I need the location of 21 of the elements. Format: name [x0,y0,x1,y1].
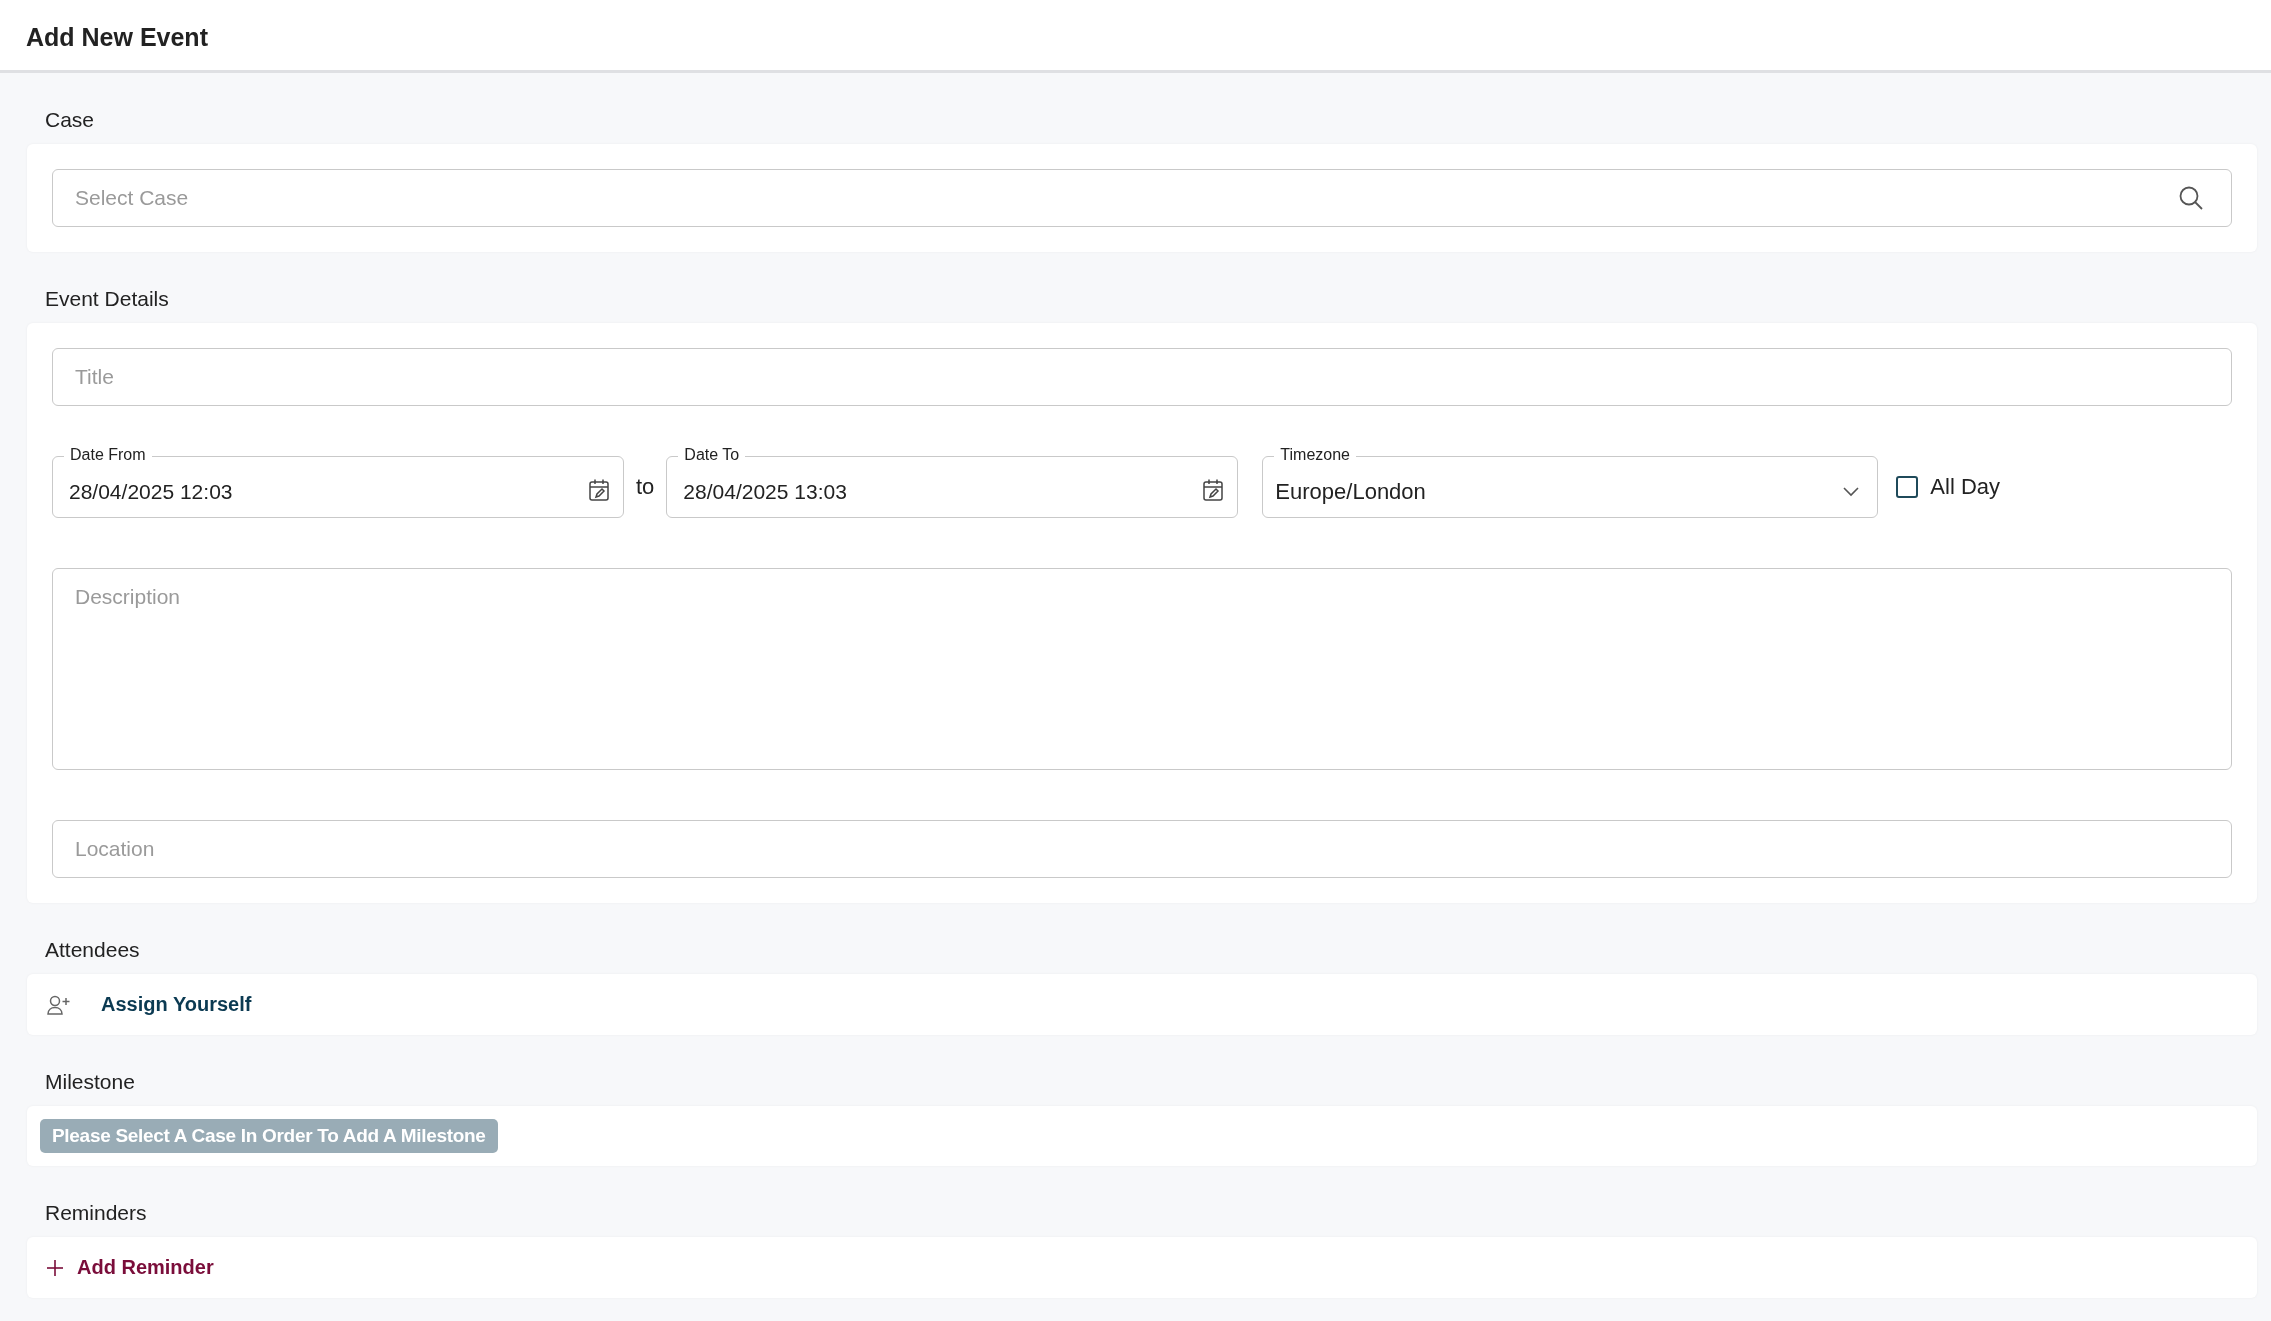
separator-text: to [636,474,655,500]
calendar-icon[interactable] [588,478,610,502]
assign-yourself-link[interactable]: Assign Yourself [101,993,252,1016]
section-label: Case [45,107,95,133]
section-label: Attendees [45,937,140,963]
section-label: Reminders [45,1200,147,1226]
location-field[interactable]: Location [52,820,2232,878]
milestone-notice: Please Select A Case In Order To Add A Milestone [40,1119,498,1153]
add-person-icon [47,994,71,1015]
page-title: Add New Event [26,22,208,53]
title-field[interactable]: Title [52,348,2232,406]
search-icon[interactable] [2178,185,2204,211]
calendar-icon[interactable] [1202,478,1225,502]
chevron-down-icon [1843,487,1860,497]
all-day-checkbox[interactable]: All Day [1896,474,2001,500]
plus-icon [47,1259,63,1276]
add-reminder-link[interactable]: Add Reminder [77,1256,214,1279]
section-label: Event Details [45,286,169,312]
section-label: Milestone [45,1069,135,1095]
description-field[interactable]: Description [52,568,2232,770]
case-search-field[interactable]: Select Case [52,169,2232,227]
